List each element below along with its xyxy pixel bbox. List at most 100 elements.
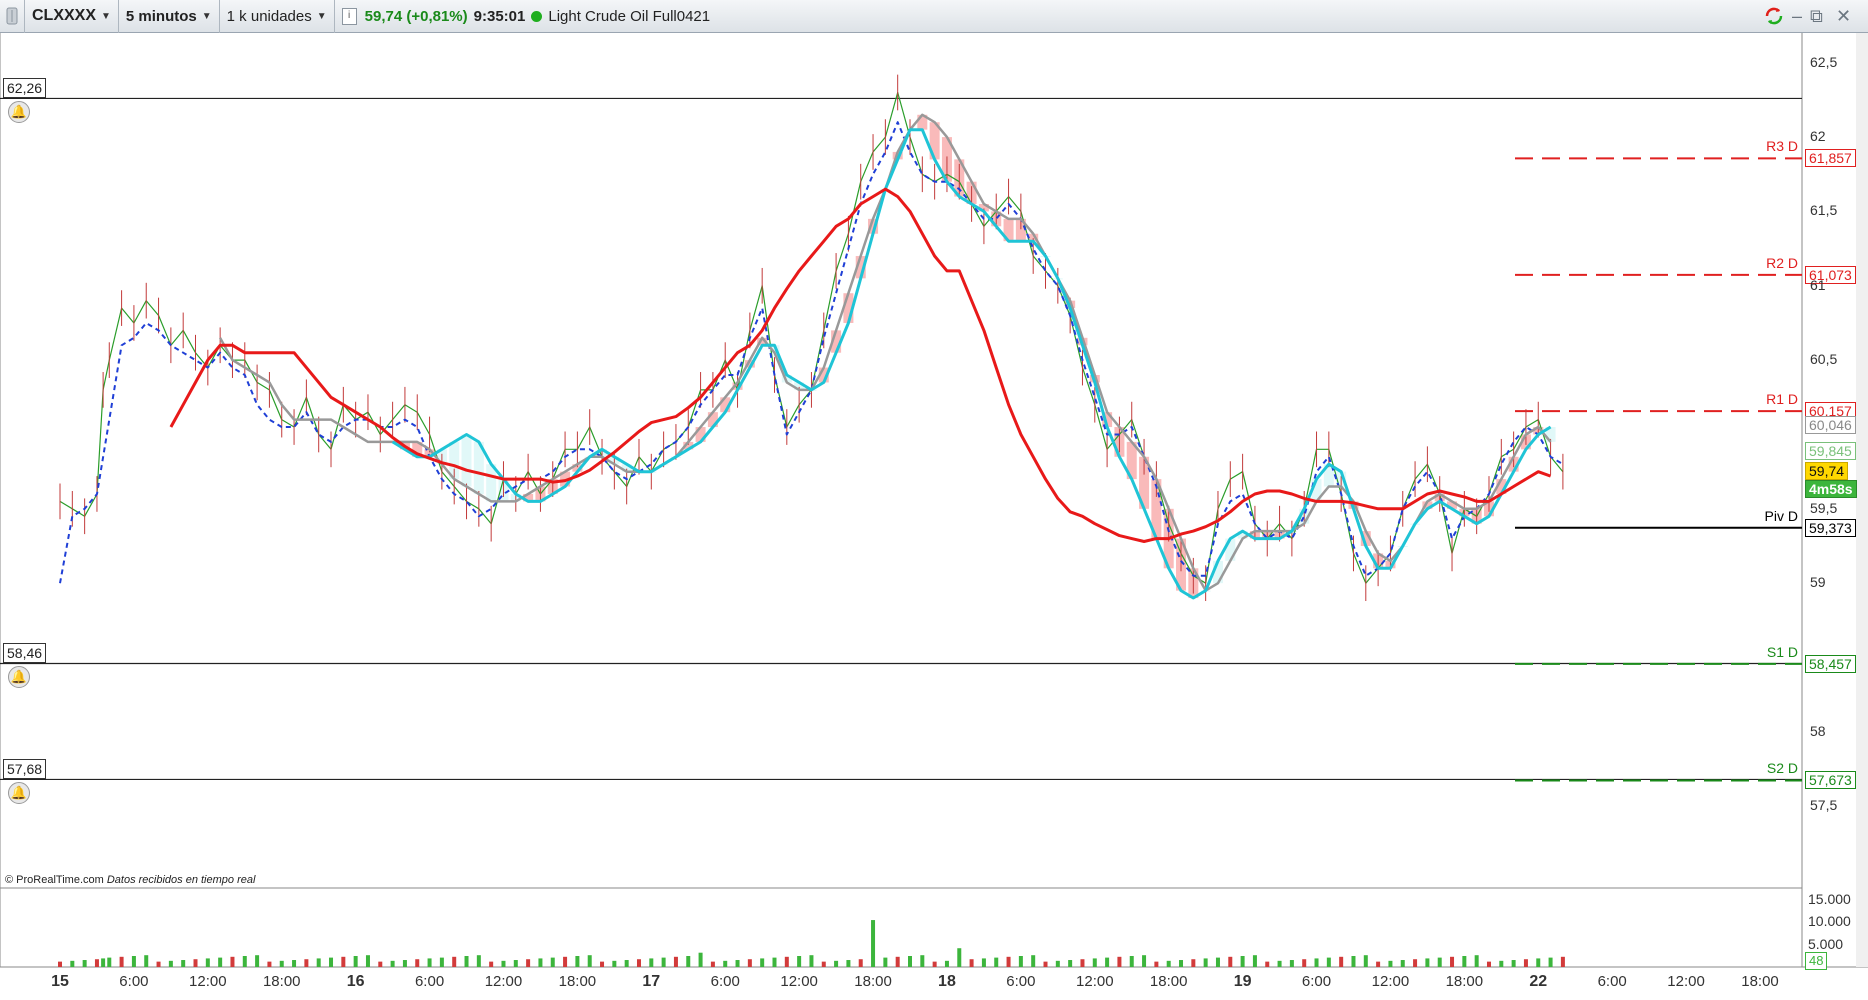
volume-bar bbox=[1240, 956, 1245, 967]
volume-bar bbox=[156, 961, 161, 967]
volume-bar bbox=[649, 958, 654, 967]
volume-bar bbox=[587, 955, 592, 967]
price-tick: 61,5 bbox=[1810, 202, 1838, 219]
volume-bar bbox=[1265, 961, 1270, 967]
units-selector[interactable]: 1 k unidades ▼ bbox=[220, 0, 335, 33]
restore-icon[interactable]: ⧉ bbox=[1810, 6, 1823, 27]
volume-bar bbox=[230, 956, 235, 967]
price-chart[interactable] bbox=[0, 33, 1868, 1000]
price-tick: 62 bbox=[1810, 128, 1826, 145]
volume-bar bbox=[1215, 957, 1220, 967]
countdown-tag: 4m58s bbox=[1805, 480, 1857, 498]
volume-bar bbox=[809, 955, 814, 967]
volume-bar bbox=[981, 958, 986, 967]
volume-bar bbox=[279, 960, 284, 967]
close-icon[interactable]: ✕ bbox=[1836, 6, 1851, 27]
time-tick: 6:00 bbox=[1301, 973, 1332, 990]
pivot-lines bbox=[1515, 157, 1802, 782]
volume-bar bbox=[1326, 957, 1331, 967]
alarm-level-label[interactable]: 58,46 bbox=[3, 643, 47, 664]
instrument-name: Light Crude Oil Full0421 bbox=[548, 7, 711, 25]
volume-bar bbox=[1450, 956, 1455, 967]
minimize-icon[interactable]: – bbox=[1792, 6, 1802, 27]
pivot-name: Piv D bbox=[1764, 507, 1798, 524]
volume-bar bbox=[1154, 961, 1159, 967]
volume-bar bbox=[944, 960, 949, 967]
volume-bar bbox=[526, 959, 531, 967]
cloud-segment bbox=[461, 434, 472, 487]
right-scroll-strip[interactable] bbox=[1856, 33, 1868, 967]
bell-icon[interactable]: 🔔 bbox=[8, 101, 30, 124]
volume-bar bbox=[920, 955, 925, 967]
volume-bar bbox=[242, 956, 247, 967]
price-tick: 60,5 bbox=[1810, 351, 1838, 368]
bell-icon[interactable]: 🔔 bbox=[8, 782, 30, 805]
volume-bar bbox=[858, 959, 863, 967]
volume-bar bbox=[636, 959, 641, 967]
time-tick: 18:00 bbox=[854, 973, 892, 990]
alarm-level-label[interactable]: 57,68 bbox=[3, 759, 47, 780]
volume-bar bbox=[390, 960, 395, 967]
time-tick: 12:00 bbox=[1371, 973, 1410, 990]
volume-bar bbox=[735, 960, 740, 967]
volume-bar bbox=[1289, 960, 1294, 967]
volume-bar bbox=[70, 960, 75, 967]
volume-bar bbox=[1511, 960, 1516, 967]
volume-bar bbox=[1548, 957, 1553, 967]
status-dot-icon bbox=[531, 10, 543, 22]
volume-bar bbox=[58, 961, 62, 967]
volume-bar bbox=[144, 955, 149, 967]
time-tick: 12:00 bbox=[484, 973, 523, 990]
volume-bar bbox=[834, 960, 839, 967]
volume-bar bbox=[1339, 956, 1344, 967]
volume-bar bbox=[316, 958, 321, 967]
info-icon[interactable]: i bbox=[341, 7, 357, 25]
time-tick: 6:00 bbox=[1597, 973, 1627, 990]
volume-bar bbox=[1400, 960, 1405, 967]
volume-bar bbox=[1068, 960, 1073, 967]
volume-bar bbox=[538, 958, 543, 967]
volume-bar bbox=[353, 956, 358, 967]
volume-bar bbox=[1523, 959, 1528, 967]
volume-bar bbox=[698, 952, 703, 967]
pivot-name: R1 D bbox=[1766, 391, 1798, 408]
symbol-selector[interactable]: CLXXXX ▼ bbox=[25, 0, 119, 33]
data-credit: © ProRealTime.com Datos recibidos en tie… bbox=[5, 874, 255, 886]
volume-bar bbox=[1425, 958, 1430, 967]
volume-bar bbox=[1314, 958, 1319, 967]
volume-bar bbox=[1203, 958, 1208, 967]
menu-icon[interactable] bbox=[0, 0, 25, 33]
volume-bar bbox=[723, 960, 728, 967]
pivot-value: 57,673 bbox=[1805, 771, 1856, 790]
volume-bar bbox=[1560, 956, 1565, 967]
timeframe-selector[interactable]: 5 minutos ▼ bbox=[119, 0, 220, 33]
price-tick: 62,5 bbox=[1810, 53, 1838, 70]
volume-bar bbox=[304, 959, 309, 967]
volume-bar bbox=[871, 920, 876, 967]
volume-bar bbox=[612, 960, 617, 967]
volume-bar bbox=[600, 961, 605, 967]
volume-bar bbox=[193, 959, 198, 967]
volume-bar bbox=[883, 957, 888, 967]
volume-bar bbox=[1166, 960, 1171, 967]
price-tick: 58 bbox=[1810, 722, 1826, 739]
day-tick: 16 bbox=[346, 973, 365, 990]
quote-time: 9:35:01 bbox=[473, 7, 526, 25]
chart-toolbar: CLXXXX ▼ 5 minutos ▼ 1 k unidades ▼ i 59,74… bbox=[0, 0, 1868, 33]
quote-info: i 59,74 (+0,81%) 9:35:01 Light Crude Oil… bbox=[335, 0, 717, 33]
day-tick: 19 bbox=[1233, 973, 1252, 990]
series-price bbox=[59, 91, 1564, 584]
chevron-down-icon: ▼ bbox=[101, 10, 111, 22]
volume-bar bbox=[932, 961, 937, 967]
gray-ma-tag: 60,046 bbox=[1805, 416, 1856, 434]
alarm-level-label[interactable]: 62,26 bbox=[3, 78, 47, 99]
price-tick: 59,5 bbox=[1810, 499, 1838, 516]
volume-bar bbox=[747, 959, 752, 967]
refresh-icon[interactable] bbox=[1763, 6, 1785, 31]
pivot-name: R2 D bbox=[1766, 254, 1798, 271]
volume-bar bbox=[1499, 960, 1504, 967]
volume-bar bbox=[119, 956, 124, 967]
time-tick: 6:00 bbox=[119, 973, 149, 990]
bell-icon[interactable]: 🔔 bbox=[8, 666, 30, 689]
pivot-name: S2 D bbox=[1766, 760, 1798, 777]
